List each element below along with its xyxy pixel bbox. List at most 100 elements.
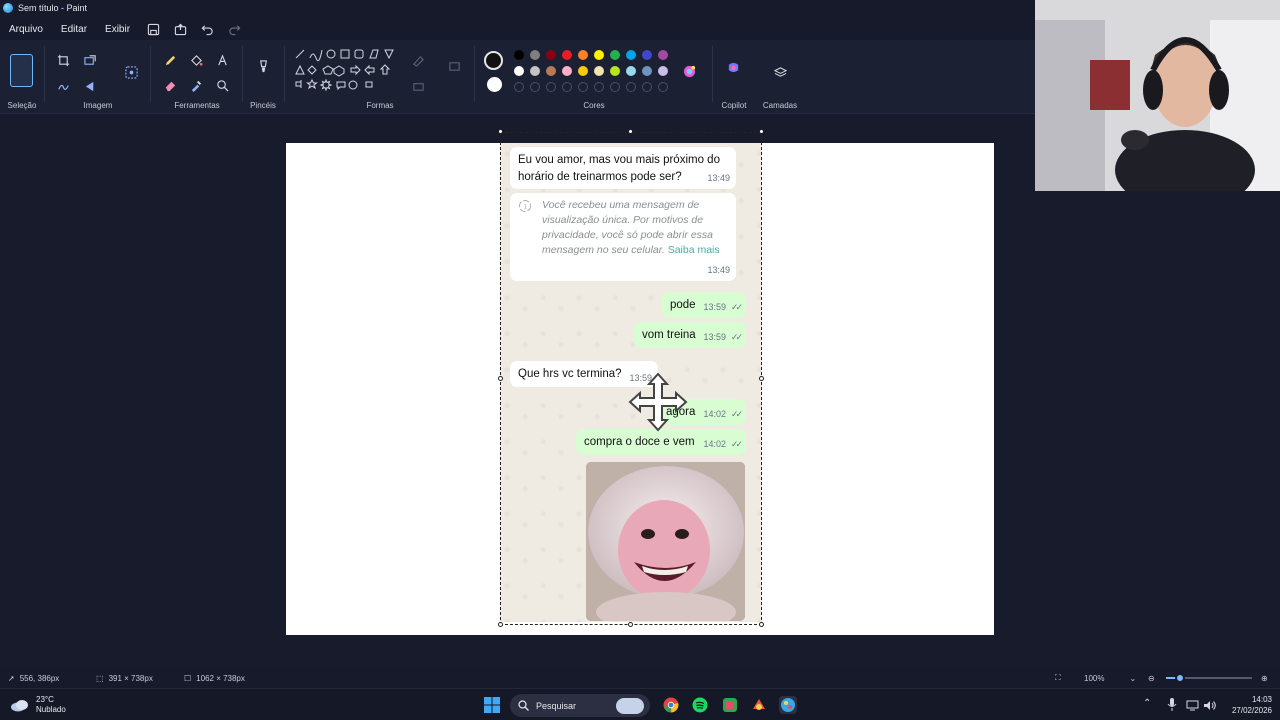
custom-color-slot[interactable]: [658, 82, 668, 92]
color-swatch[interactable]: [578, 50, 588, 60]
selection-handle[interactable]: [628, 622, 633, 627]
selection-handle[interactable]: [498, 129, 503, 134]
color-swatch[interactable]: [658, 66, 668, 76]
custom-color-slot[interactable]: [530, 82, 540, 92]
color-swatch[interactable]: [530, 66, 540, 76]
chevron-up-icon[interactable]: ⌃: [1143, 698, 1151, 709]
selection-handle[interactable]: [759, 129, 764, 134]
color-swatch[interactable]: [626, 66, 636, 76]
selection-handle[interactable]: [498, 622, 503, 627]
custom-color-slot[interactable]: [626, 82, 636, 92]
pencil-icon[interactable]: [162, 52, 178, 68]
color-picker-icon[interactable]: [188, 77, 204, 93]
zoom-slider-thumb[interactable]: [1175, 673, 1185, 683]
message-text: Eu vou amor, mas vou mais próximo do: [518, 154, 720, 166]
color-swatch[interactable]: [626, 50, 636, 60]
read-ticks-icon: ✓✓: [730, 409, 743, 419]
color-swatch[interactable]: [514, 50, 524, 60]
menu-editar[interactable]: Editar: [52, 24, 96, 35]
paint-taskbar-icon[interactable]: [779, 696, 797, 714]
selection-handle[interactable]: [498, 376, 503, 381]
chevron-down-icon: ⌄: [1129, 673, 1137, 683]
zoom-in-icon[interactable]: ⊕: [1261, 674, 1268, 683]
volume-icon[interactable]: [1203, 698, 1216, 716]
redo-icon[interactable]: [228, 23, 241, 36]
chat-message: compra o doce e vem 14:02 ✓✓: [576, 429, 746, 455]
color-swatch[interactable]: [514, 66, 524, 76]
group-label-cores: Cores: [583, 101, 605, 110]
color-swatch[interactable]: [642, 50, 652, 60]
background-remove-icon[interactable]: [55, 78, 71, 94]
selection-handle[interactable]: [759, 622, 764, 627]
temperature: 23°C: [36, 695, 54, 704]
selection-tool-button[interactable]: [10, 54, 33, 87]
color-swatch[interactable]: [610, 50, 620, 60]
zoom-dropdown[interactable]: 100% ⌄: [1084, 674, 1136, 683]
fit-to-window-icon[interactable]: ⛶: [1055, 673, 1061, 683]
color-swatch[interactable]: [594, 50, 604, 60]
view-once-notice: 1 Você recebeu uma mensagem de visualiza…: [510, 193, 736, 281]
start-icon[interactable]: [483, 696, 501, 714]
message-text: horário de treinarmos pode ser?: [518, 171, 682, 183]
custom-color-slot[interactable]: [514, 82, 524, 92]
crop-icon[interactable]: [55, 52, 71, 68]
custom-color-slot[interactable]: [642, 82, 652, 92]
primary-color-swatch[interactable]: [484, 51, 503, 70]
color-swatch[interactable]: [578, 66, 588, 76]
color-swatch[interactable]: [546, 50, 556, 60]
undo-icon[interactable]: [201, 23, 214, 36]
image-select-icon[interactable]: [123, 64, 139, 80]
text-icon[interactable]: [214, 52, 230, 68]
color-swatch[interactable]: [562, 66, 572, 76]
color-swatch[interactable]: [594, 66, 604, 76]
shape-fill-icon[interactable]: [446, 58, 462, 74]
taskbar-search[interactable]: Pesquisar: [510, 694, 650, 717]
custom-color-slot[interactable]: [562, 82, 572, 92]
eraser-icon[interactable]: [162, 77, 178, 93]
magnifier-icon[interactable]: [214, 77, 230, 93]
learn-more-link[interactable]: Saiba mais: [668, 244, 720, 256]
shapes-gallery[interactable]: [294, 48, 406, 100]
notice-line: visualização única. Por motivos de: [542, 214, 704, 226]
color-swatch[interactable]: [642, 66, 652, 76]
menu-arquivo[interactable]: Arquivo: [0, 24, 52, 35]
color-swatch[interactable]: [610, 66, 620, 76]
weather-widget[interactable]: 23°C Nublado: [10, 695, 66, 715]
custom-color-slot[interactable]: [594, 82, 604, 92]
custom-color-slot[interactable]: [578, 82, 588, 92]
resize-icon[interactable]: [82, 52, 98, 68]
color-swatch[interactable]: [562, 50, 572, 60]
copilot-icon[interactable]: [725, 59, 741, 75]
chrome-icon[interactable]: [662, 696, 680, 714]
color-swatch[interactable]: [530, 50, 540, 60]
selection-handle[interactable]: [628, 129, 633, 134]
canvas-size-icon: ☐: [184, 673, 192, 683]
save-icon[interactable]: [147, 23, 160, 36]
custom-color-slot[interactable]: [546, 82, 556, 92]
rotate-icon[interactable]: [82, 78, 98, 94]
color-wheel-icon[interactable]: [681, 63, 697, 79]
brush-icon[interactable]: [255, 58, 271, 74]
menu-exibir[interactable]: Exibir: [96, 24, 139, 35]
divider: [712, 46, 713, 102]
custom-color-slot[interactable]: [610, 82, 620, 92]
message-time: 13:59: [703, 332, 726, 342]
share-icon[interactable]: [174, 23, 187, 36]
zoom-out-icon[interactable]: ⊖: [1148, 674, 1155, 683]
group-label-pinceis: Pincéis: [250, 101, 276, 110]
shape-style-icon[interactable]: [410, 78, 426, 94]
secondary-color-swatch[interactable]: [487, 77, 502, 92]
color-swatch[interactable]: [546, 66, 556, 76]
selection-handle[interactable]: [759, 376, 764, 381]
shape-outline-icon[interactable]: [410, 52, 426, 68]
color-swatch[interactable]: [658, 50, 668, 60]
network-icon[interactable]: [1186, 698, 1199, 716]
fill-bucket-icon[interactable]: [188, 52, 204, 68]
layers-icon[interactable]: [772, 64, 788, 80]
clock[interactable]: 14:03 27/02/2026: [1226, 694, 1272, 716]
spotify-icon[interactable]: [691, 696, 709, 714]
zoom-slider[interactable]: [1166, 673, 1252, 683]
app-icon[interactable]: [750, 696, 768, 714]
app-icon[interactable]: [721, 696, 739, 714]
microphone-icon[interactable]: [1166, 697, 1178, 716]
